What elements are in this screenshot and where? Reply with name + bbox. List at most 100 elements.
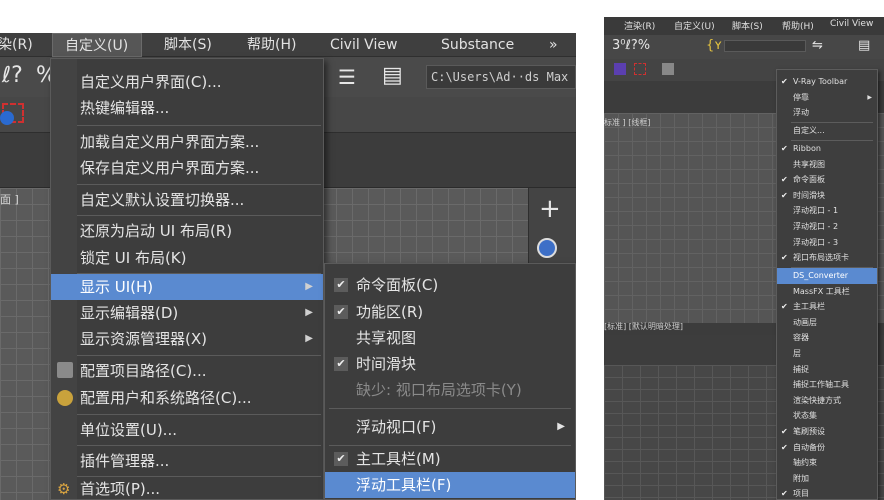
check-icon: ✔ — [781, 175, 788, 185]
context-item[interactable]: 轴约束 — [777, 455, 877, 471]
context-item[interactable]: ✔ 时间滑块 — [777, 188, 877, 204]
customize-menu: 自定义用户界面(C)... 热键编辑器... 加载自定义用户界面方案... 保存… — [50, 58, 324, 500]
submenu-item-main-toolbar[interactable]: ✔ 主工具栏(M) — [325, 446, 575, 472]
mirror-icon[interactable]: ⇋ — [812, 38, 823, 53]
context-item[interactable]: 共享视图 — [777, 157, 877, 173]
context-item[interactable]: 动画层 — [777, 315, 877, 331]
menu-item-user-system-paths[interactable]: 配置用户和系统路径(C)... — [51, 385, 323, 411]
context-item[interactable]: 浮动 — [777, 105, 877, 121]
context-item[interactable]: ✔ 自动备份 — [777, 440, 877, 456]
menu-item-label: 显示 UI(H) — [80, 278, 154, 296]
menu-item-lock-layout[interactable]: 锁定 UI 布局(K) — [51, 245, 323, 271]
context-item[interactable]: 状态集 — [777, 408, 877, 424]
context-item[interactable]: ✔ 笔刷预设 — [777, 424, 877, 440]
menu-item-preferences[interactable]: ⚙ 首选项(P)... — [51, 477, 323, 500]
menu-render[interactable]: 染(R) — [0, 33, 33, 57]
named-selection-icon[interactable]: {ʏ — [706, 38, 722, 53]
context-item-label: 捕捉工作轴工具 — [793, 380, 849, 390]
menu-scripting[interactable]: 脚本(S) — [164, 33, 212, 57]
menu-item-show-ui[interactable]: 显示 UI(H) ▶ — [51, 274, 323, 300]
selection-region-icon[interactable] — [634, 63, 646, 75]
check-icon: ✔ — [781, 442, 788, 452]
toolbar-list-icon[interactable]: ☰ — [338, 65, 356, 89]
context-item[interactable]: 附加 — [777, 471, 877, 487]
scene-explorer-icon[interactable]: ▤ — [858, 38, 870, 53]
menu-separator — [77, 445, 321, 446]
context-item[interactable]: ✔ 主工具栏 — [777, 299, 877, 315]
menu-render[interactable]: 渲染(R) — [624, 19, 655, 32]
menu-civil-view[interactable]: Civil View — [830, 19, 873, 29]
context-item-ds-converter[interactable]: DS_Converter — [777, 268, 877, 284]
submenu-item-ribbon[interactable]: ✔ 功能区(R) — [325, 299, 575, 325]
menu-item-plugin-manager[interactable]: 插件管理器... — [51, 447, 323, 475]
scene-explorer-icon[interactable]: ▤ — [382, 63, 403, 88]
submenu-item-floating-viewports[interactable]: 浮动视口(F) ▶ — [325, 414, 575, 440]
context-item[interactable]: 浮动视口 - 2 — [777, 219, 877, 235]
context-item[interactable]: ✔ 命令面板 — [777, 172, 877, 188]
menu-scripting[interactable]: 脚本(S) — [732, 19, 763, 32]
menu-customize[interactable]: 自定义(U) — [52, 33, 142, 57]
context-item[interactable]: 渲染快捷方式 — [777, 393, 877, 409]
menu-item-load-ui-scheme[interactable]: 加载自定义用户界面方案... — [51, 129, 323, 155]
layer-icon[interactable] — [662, 63, 674, 75]
context-item[interactable]: 浮动视口 - 3 — [777, 235, 877, 251]
menu-item-customize-ui[interactable]: 自定义用户界面(C)... — [51, 69, 323, 95]
check-icon: ✔ — [334, 278, 348, 292]
angle-snap-icon[interactable]: ℓ? — [2, 63, 23, 88]
render-setup-icon[interactable] — [614, 63, 626, 75]
menu-item-show-editors[interactable]: 显示编辑器(D) ▶ — [51, 300, 323, 326]
geometry-icon[interactable] — [537, 238, 557, 258]
create-icon[interactable]: + — [539, 196, 561, 222]
menu-substance[interactable]: Substance — [441, 33, 514, 57]
menu-customize[interactable]: 自定义(U) — [674, 19, 715, 32]
submenu-separator — [329, 408, 571, 409]
menu-item-defaults-switcher[interactable]: 自定义默认设置切换器... — [51, 186, 323, 214]
menu-item-label: 配置用户和系统路径(C)... — [80, 389, 252, 407]
context-item[interactable]: 捕捉工作轴工具 — [777, 377, 877, 393]
sphere-icon[interactable] — [0, 111, 14, 125]
left-screenshot: 染(R) 自定义(U) 脚本(S) 帮助(H) Civil View Subst… — [0, 33, 576, 500]
menu-item-units-setup[interactable]: 单位设置(U)... — [51, 416, 323, 444]
submenu-item-shared-views[interactable]: 共享视图 — [325, 325, 575, 351]
viewport-label[interactable]: 面 ] — [0, 191, 19, 207]
menu-help[interactable]: 帮助(H) — [247, 33, 296, 57]
submenu-arrow-icon: ▶ — [305, 307, 313, 318]
context-item-label: 层 — [793, 349, 801, 358]
submenu-item-command-panel[interactable]: ✔ 命令面板(C) — [325, 272, 575, 298]
menu-overflow[interactable]: » — [549, 33, 558, 57]
check-icon: ✔ — [334, 305, 348, 319]
context-item[interactable]: ✔ 项目 — [777, 486, 877, 500]
context-item-label: 动画层 — [793, 317, 817, 327]
context-item[interactable]: ✔ 视口布局选项卡 — [777, 250, 877, 266]
check-icon: ✔ — [334, 357, 348, 371]
context-item[interactable]: 自定义... — [777, 123, 877, 139]
context-item[interactable]: ✔ Ribbon — [777, 141, 877, 157]
menu-item-show-explorers[interactable]: 显示资源管理器(X) ▶ — [51, 326, 323, 352]
context-item-label: 状态集 — [793, 411, 817, 421]
menu-help[interactable]: 帮助(H) — [782, 19, 814, 32]
menu-civil-view[interactable]: Civil View — [330, 33, 397, 57]
context-item[interactable]: 捕捉 — [777, 362, 877, 378]
project-path-field[interactable]: C:\Users\Ad··ds Max 2 — [426, 65, 576, 89]
menu-item-label: 还原为启动 UI 布局(R) — [80, 222, 233, 240]
context-item[interactable]: 容器 — [777, 330, 877, 346]
menu-item-label: 配置项目路径(C)... — [80, 362, 207, 380]
context-item[interactable]: 层 — [777, 346, 877, 362]
viewport-label[interactable]: [标准] [默认明暗处理] — [604, 321, 683, 332]
context-item[interactable]: ✔ V-Ray Toolbar — [777, 74, 877, 90]
submenu-item-time-slider[interactable]: ✔ 时间滑块 — [325, 351, 575, 377]
context-item[interactable]: 停靠 ▶ — [777, 90, 877, 106]
viewport-label[interactable]: 标准 ] [线框] — [604, 117, 650, 128]
menu-item-save-ui-scheme[interactable]: 保存自定义用户界面方案... — [51, 155, 323, 181]
menu-item-hotkey-editor[interactable]: 热键编辑器... — [51, 95, 323, 121]
selection-set-dropdown[interactable] — [724, 40, 806, 52]
context-item[interactable]: 浮动视口 - 1 — [777, 203, 877, 219]
context-item[interactable]: MassFX 工具栏 — [777, 284, 877, 300]
submenu-item-floating-toolbars[interactable]: 浮动工具栏(F) — [325, 472, 575, 498]
context-item-label: 共享视图 — [793, 159, 825, 169]
menu-item-revert-layout[interactable]: 还原为启动 UI 布局(R) — [51, 217, 323, 245]
submenu-arrow-icon: ▶ — [557, 421, 565, 432]
check-icon: ✔ — [781, 302, 788, 312]
angle-snap-icon[interactable]: 3⁰ℓ?% — [612, 38, 650, 53]
menu-item-project-paths[interactable]: 配置项目路径(C)... — [51, 357, 323, 385]
